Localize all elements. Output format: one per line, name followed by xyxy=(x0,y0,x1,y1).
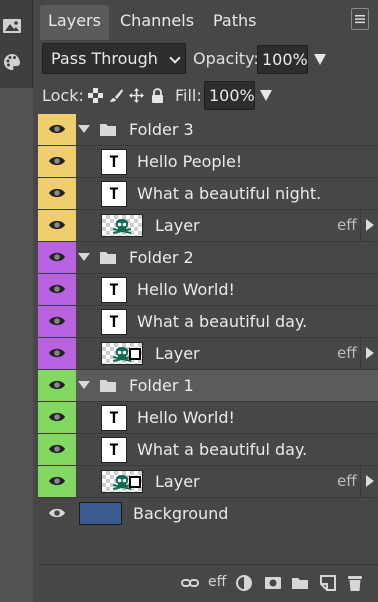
blend-opacity-row: Pass Through Opacity: 100% xyxy=(38,40,378,78)
visibility-eye-icon[interactable] xyxy=(38,210,76,241)
image-icon[interactable] xyxy=(2,16,22,36)
effects-expand-arrow-icon[interactable] xyxy=(360,466,378,497)
layer-name: Layer xyxy=(155,472,200,491)
toolbar-strip xyxy=(0,0,33,602)
visibility-eye-icon[interactable] xyxy=(38,338,76,369)
layer-name: Hello World! xyxy=(137,408,235,427)
effects-label[interactable]: eff xyxy=(337,466,357,497)
panel-menu-button[interactable] xyxy=(351,8,369,30)
text-layer-thumbnail: T xyxy=(101,277,127,303)
layer-name: What a beautiful night. xyxy=(137,184,322,203)
new-folder-icon[interactable] xyxy=(290,573,310,593)
text-layer-thumbnail: T xyxy=(101,405,127,431)
layer-row[interactable]: Layer eff xyxy=(38,210,378,242)
lock-paint-icon[interactable] xyxy=(109,88,124,103)
mask-thumbnail xyxy=(129,348,141,360)
layer-name: Hello People! xyxy=(137,152,243,171)
opacity-input[interactable]: 100% xyxy=(257,45,308,74)
trash-icon[interactable] xyxy=(345,573,365,593)
visibility-eye-icon[interactable] xyxy=(38,466,76,497)
layer-row[interactable]: T Hello World! xyxy=(38,274,378,306)
layer-name: What a beautiful day. xyxy=(137,312,308,331)
layer-row[interactable]: Layer eff xyxy=(38,338,378,370)
background-thumbnail xyxy=(79,502,122,525)
effects-expand-arrow-icon[interactable] xyxy=(360,338,378,369)
lock-fill-row: Lock: Fill: 100% xyxy=(38,78,378,114)
layers-panel: Layers Channels Paths Pass Through Opaci… xyxy=(38,0,378,602)
layer-row[interactable]: T Hello World! xyxy=(38,402,378,434)
layer-name: Folder 2 xyxy=(129,248,194,267)
visibility-eye-icon[interactable] xyxy=(38,242,76,273)
layer-group-row[interactable]: Folder 1 xyxy=(38,370,378,402)
fill-label: Fill: xyxy=(175,86,202,105)
hamburger-icon xyxy=(355,15,365,24)
opacity-label: Opacity: xyxy=(193,49,259,68)
chevron-down-icon xyxy=(169,52,181,64)
layer-thumbnail xyxy=(101,470,143,493)
text-layer-thumbnail: T xyxy=(101,309,127,335)
layer-thumbnail xyxy=(101,214,143,237)
palette-icon[interactable] xyxy=(2,52,22,72)
mask-icon[interactable] xyxy=(263,573,283,593)
mask-thumbnail xyxy=(129,476,141,488)
layer-group-row[interactable]: Folder 2 xyxy=(38,242,378,274)
layer-name: Hello World! xyxy=(137,280,235,299)
fill-input[interactable]: 100% xyxy=(204,81,255,110)
adjustment-icon[interactable] xyxy=(234,573,254,593)
layer-name: Folder 3 xyxy=(129,120,194,139)
expand-triangle-icon[interactable] xyxy=(78,253,90,261)
tab-paths[interactable]: Paths xyxy=(205,5,264,40)
opacity-dropdown-arrow[interactable] xyxy=(314,54,326,65)
tab-layers[interactable]: Layers xyxy=(40,5,109,40)
lock-transparency-icon[interactable] xyxy=(88,88,103,103)
folder-icon xyxy=(100,124,116,136)
layer-row[interactable]: Layer eff xyxy=(38,466,378,498)
lock-label: Lock: xyxy=(42,86,84,105)
visibility-eye-icon[interactable] xyxy=(38,114,76,145)
layer-row[interactable]: T What a beautiful day. xyxy=(38,434,378,466)
visibility-eye-icon[interactable] xyxy=(38,274,76,305)
layer-group-row[interactable]: Folder 3 xyxy=(38,114,378,146)
visibility-eye-icon[interactable] xyxy=(38,306,76,337)
link-icon[interactable] xyxy=(180,573,200,593)
text-layer-thumbnail: T xyxy=(101,437,127,463)
fx-icon[interactable]: eff xyxy=(208,574,226,590)
folder-icon xyxy=(100,380,116,392)
layer-name: What a beautiful day. xyxy=(137,440,308,459)
visibility-eye-icon[interactable] xyxy=(38,434,76,465)
background-layer-row[interactable]: Background xyxy=(38,498,378,530)
layer-row[interactable]: T Hello People! xyxy=(38,146,378,178)
expand-triangle-icon[interactable] xyxy=(78,125,90,133)
layer-row[interactable]: T What a beautiful night. xyxy=(38,178,378,210)
text-layer-thumbnail: T xyxy=(101,181,127,207)
new-layer-icon[interactable] xyxy=(318,573,338,593)
visibility-eye-icon[interactable] xyxy=(38,370,76,401)
layer-name: Folder 1 xyxy=(129,376,194,395)
text-layer-thumbnail: T xyxy=(101,149,127,175)
panel-tabs: Layers Channels Paths xyxy=(38,0,378,40)
layer-name: Layer xyxy=(155,344,200,363)
folder-icon xyxy=(100,252,116,264)
layer-list: Folder 3 T Hello People! T What a beautiful … xyxy=(38,114,378,534)
lock-move-icon[interactable] xyxy=(129,88,144,103)
effects-label[interactable]: eff xyxy=(337,210,357,241)
layer-name: Layer xyxy=(155,216,200,235)
blend-mode-value: Pass Through xyxy=(51,49,158,68)
visibility-eye-icon[interactable] xyxy=(38,498,76,529)
visibility-eye-icon[interactable] xyxy=(38,402,76,433)
tab-channels[interactable]: Channels xyxy=(112,5,202,40)
fill-dropdown-arrow[interactable] xyxy=(260,90,272,101)
blend-mode-select[interactable]: Pass Through xyxy=(42,43,186,74)
toolbar-top xyxy=(0,0,33,88)
visibility-eye-icon[interactable] xyxy=(38,178,76,209)
visibility-eye-icon[interactable] xyxy=(38,146,76,177)
panel-footer: eff xyxy=(38,564,378,602)
effects-label[interactable]: eff xyxy=(337,338,357,369)
lock-all-icon[interactable] xyxy=(150,88,165,103)
layer-row[interactable]: T What a beautiful day. xyxy=(38,306,378,338)
effects-expand-arrow-icon[interactable] xyxy=(360,210,378,241)
layer-name: Background xyxy=(133,504,229,523)
layer-thumbnail xyxy=(101,342,143,365)
expand-triangle-icon[interactable] xyxy=(78,381,90,389)
